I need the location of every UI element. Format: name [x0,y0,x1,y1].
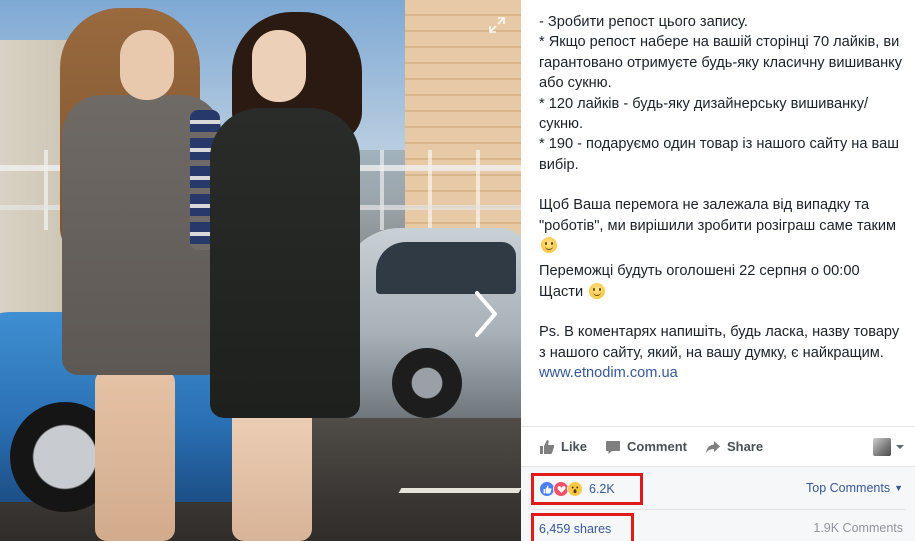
caret-down-icon [896,445,904,449]
comments-count-link[interactable]: 1.9K Comments [813,521,903,535]
post-paragraph-ps: Ps. В коментарях напишіть, будь ласка, н… [539,324,900,361]
like-label: Like [561,439,588,454]
model-right-face [252,30,306,102]
expand-icon[interactable] [488,16,506,34]
shares-count: 6,459 shares [539,522,612,536]
post-paragraph-luck-text: Щоб Ваша перемога не залежала від випадк… [539,197,897,234]
reactions-count: 6.2K [589,482,615,496]
model-left-face [120,30,174,100]
share-button[interactable]: Share [705,439,763,455]
car-window [376,242,516,294]
top-comments-label: Top Comments [806,481,891,495]
reactions-summary[interactable]: 6.2K [531,473,643,505]
shares-count-link[interactable]: 6,459 shares [531,513,634,541]
post-text: - Зробити репост цього запису. * Якщо ре… [539,12,909,384]
post-actions-bar: Like Comment Share [521,426,915,466]
comment-label: Comment [627,439,687,454]
thumbs-up-icon [540,439,555,454]
post-line: - Зробити репост цього запису. [539,14,748,30]
model-right-legs [232,405,312,541]
comment-bubble-icon [606,440,621,454]
website-link[interactable]: www.etnodim.com.ua [539,365,678,381]
stats-divider [531,509,905,510]
wow-reaction-icon [567,481,583,497]
post-paragraph-luck: Щоб Ваша перемога не залежала від випадк… [539,195,909,256]
share-label: Share [726,439,764,454]
post-paragraph-happy: Щасти [539,282,909,302]
next-photo-button[interactable] [468,288,504,340]
comment-button[interactable]: Comment [605,439,687,455]
page-identity-selector[interactable] [873,438,905,456]
post-photo[interactable] [0,0,521,541]
smiley-emoji-icon [589,282,606,299]
post-paragraph-winners: Переможці будуть оголошені 22 серпня о 0… [539,263,860,280]
post-line: * 190 - подаруємо один товар із нашого с… [539,136,899,173]
post-line: * 120 лайків - будь-яку дизайнерську виш… [539,95,869,133]
avatar [873,438,891,456]
post-line: * Якщо репост набере на вашій сторінці 7… [539,34,903,92]
car-wheel [392,348,462,418]
smiley-emoji-icon [541,237,557,254]
model-right-dress [210,108,360,418]
like-button[interactable]: Like [539,439,587,455]
photo-lane-line [398,488,521,493]
top-comments-dropdown[interactable]: Top Comments ▼ [806,481,903,495]
model-left-legs [95,370,175,541]
post-stats: 6.2K Top Comments ▼ 6,459 shares 1.9K Co… [521,466,915,541]
post-side-panel: - Зробити репост цього запису. * Якщо ре… [521,0,915,541]
share-arrow-icon [705,440,720,453]
caret-down-icon: ▼ [894,483,903,493]
chevron-right-icon [475,291,497,337]
post-paragraph-happy-text: Щасти [539,283,584,300]
